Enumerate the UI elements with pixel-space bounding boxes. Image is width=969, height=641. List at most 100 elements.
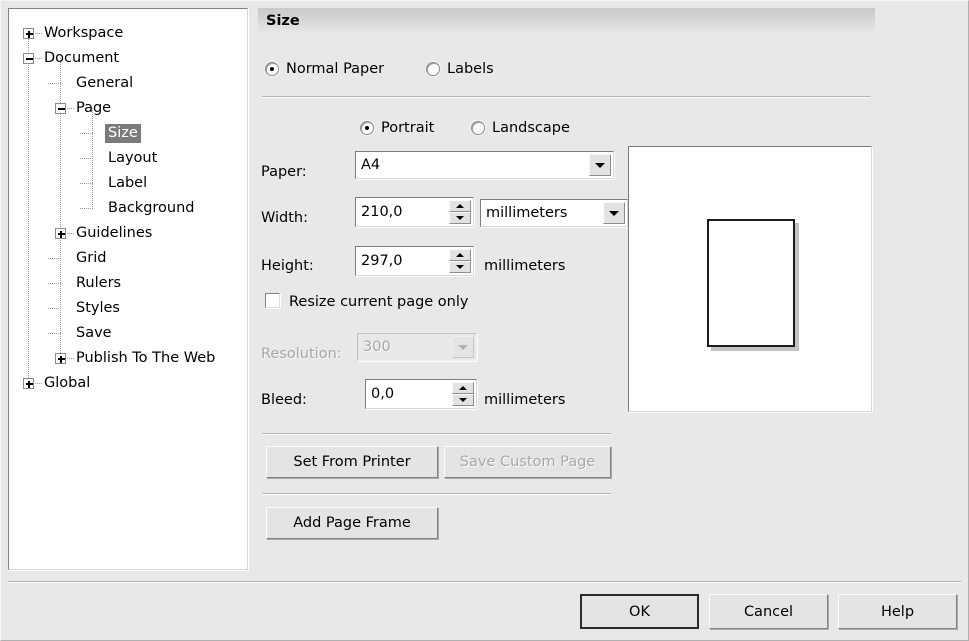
help-label: Help [880, 603, 915, 620]
cancel-button[interactable]: Cancel [709, 594, 828, 629]
height-stepper[interactable] [449, 249, 471, 273]
tree-guide-stub [48, 258, 62, 259]
save-custom-page-button: Save Custom Page [444, 446, 611, 478]
radio-portrait-label[interactable]: Portrait [381, 119, 434, 137]
tree-expand-icon[interactable] [23, 378, 34, 389]
set-from-printer-button[interactable]: Set From Printer [266, 446, 438, 478]
tree-item-label: Page [76, 100, 112, 116]
caret-up-icon [456, 204, 464, 208]
chevron-down-icon [595, 163, 605, 168]
tree-guide-stub [48, 308, 62, 309]
tree-item-layout[interactable]: Layout [9, 146, 247, 171]
save-custom-page-label: Save Custom Page [459, 454, 596, 470]
radio-labels[interactable] [426, 62, 440, 76]
tree-item-label: General [76, 75, 134, 91]
bleed-stepper[interactable] [452, 382, 474, 406]
tree-item-publish-to-the-web[interactable]: Publish To The Web [9, 346, 247, 371]
tree-item-label: Document [44, 50, 120, 66]
chevron-down-icon [609, 211, 619, 216]
radio-portrait[interactable] [360, 121, 374, 135]
bleed-stepper-down[interactable] [452, 394, 474, 406]
tree-item-page[interactable]: Page [9, 96, 247, 121]
tree-item-label: Save [76, 325, 112, 341]
tree-collapse-icon[interactable] [55, 103, 66, 114]
tree-item-label: Styles [76, 300, 120, 316]
settings-tree[interactable]: Workspace Document General Page Size Layout La… [9, 9, 247, 569]
bleed-units-label: millimeters [484, 392, 566, 408]
tree-item-general[interactable]: General [9, 71, 247, 96]
tree-item-rulers[interactable]: Rulers [9, 271, 247, 296]
paper-dropdown-button[interactable] [589, 154, 611, 176]
width-units-combobox[interactable]: millimeters [480, 199, 628, 227]
radio-landscape-label[interactable]: Landscape [492, 119, 570, 137]
height-units-label: millimeters [484, 258, 566, 274]
tree-item-label: Layout [108, 150, 158, 166]
ok-button[interactable]: OK [580, 594, 699, 629]
tree-item-label: Label [108, 175, 148, 191]
tree-item-label: Publish To The Web [76, 350, 216, 366]
tree-item-global[interactable]: Global [9, 371, 247, 396]
tree-collapse-icon[interactable] [23, 53, 34, 64]
add-page-frame-label: Add Page Frame [293, 515, 411, 531]
radio-landscape[interactable] [471, 121, 485, 135]
tree-item-styles[interactable]: Styles [9, 296, 247, 321]
tree-item-label: Grid [76, 250, 107, 266]
width-stepper-down[interactable] [449, 212, 471, 224]
ok-label: OK [629, 603, 650, 620]
resize-current-page-label[interactable]: Resize current page only [289, 293, 468, 311]
tree-item-label: Guidelines [76, 225, 153, 241]
tree-guide-stub [48, 283, 62, 284]
tree-item-background[interactable]: Background [9, 196, 247, 221]
tree-guide-stub [80, 158, 94, 159]
resolution-value: 300 [363, 339, 391, 355]
tree-item-guidelines[interactable]: Guidelines [9, 221, 247, 246]
tree-item-label: Global [44, 375, 91, 391]
tree-guide-stub [80, 183, 94, 184]
tree-item-workspace[interactable]: Workspace [9, 21, 247, 46]
resolution-combobox: 300 [357, 333, 477, 361]
caret-down-icon [459, 398, 467, 402]
width-stepper-up[interactable] [449, 200, 471, 212]
width-value: 210,0 [361, 204, 403, 220]
separator-top [262, 96, 871, 98]
width-units-value: millimeters [486, 205, 568, 221]
add-page-frame-button[interactable]: Add Page Frame [266, 507, 438, 539]
caret-down-icon [456, 265, 464, 269]
height-stepper-down[interactable] [449, 261, 471, 273]
width-input[interactable]: 210,0 [355, 197, 474, 227]
height-input[interactable]: 297,0 [355, 246, 474, 276]
height-value: 297,0 [361, 253, 403, 269]
tree-item-grid[interactable]: Grid [9, 246, 247, 271]
width-stepper[interactable] [449, 200, 471, 224]
page-title: Size [258, 8, 875, 34]
width-units-dropdown-button[interactable] [603, 202, 625, 224]
tree-item-document[interactable]: Document [9, 46, 247, 71]
cancel-label: Cancel [743, 603, 794, 620]
tree-item-size[interactable]: Size [9, 121, 247, 146]
resolution-label: Resolution: [261, 346, 342, 362]
radio-normal-paper-label[interactable]: Normal Paper [286, 60, 384, 78]
caret-up-icon [459, 386, 467, 390]
tree-item-label: Background [108, 200, 195, 216]
resolution-dropdown-button [452, 336, 474, 358]
bleed-input[interactable]: 0,0 [365, 379, 477, 409]
separator-actions-top [262, 433, 611, 435]
footer-separator [8, 581, 961, 583]
tree-expand-icon[interactable] [55, 228, 66, 239]
radio-normal-paper[interactable] [265, 62, 279, 76]
radio-labels-label[interactable]: Labels [447, 60, 494, 78]
settings-tree-panel[interactable]: Workspace Document General Page Size Layout La… [8, 8, 248, 570]
tree-item-label: Workspace [44, 25, 124, 41]
width-label: Width: [261, 210, 309, 226]
paper-combobox[interactable]: A4 [355, 151, 614, 179]
height-stepper-up[interactable] [449, 249, 471, 261]
bleed-stepper-up[interactable] [452, 382, 474, 394]
tree-item-save[interactable]: Save [9, 321, 247, 346]
size-settings-panel: Size Normal Paper Labels Portrait Landsc… [258, 8, 961, 570]
resize-current-page-checkbox[interactable] [265, 293, 280, 308]
tree-expand-icon[interactable] [55, 353, 66, 364]
tree-guide-stub [48, 333, 62, 334]
tree-item-label[interactable]: Label [9, 171, 247, 196]
tree-expand-icon[interactable] [23, 28, 34, 39]
help-button[interactable]: Help [838, 594, 957, 629]
